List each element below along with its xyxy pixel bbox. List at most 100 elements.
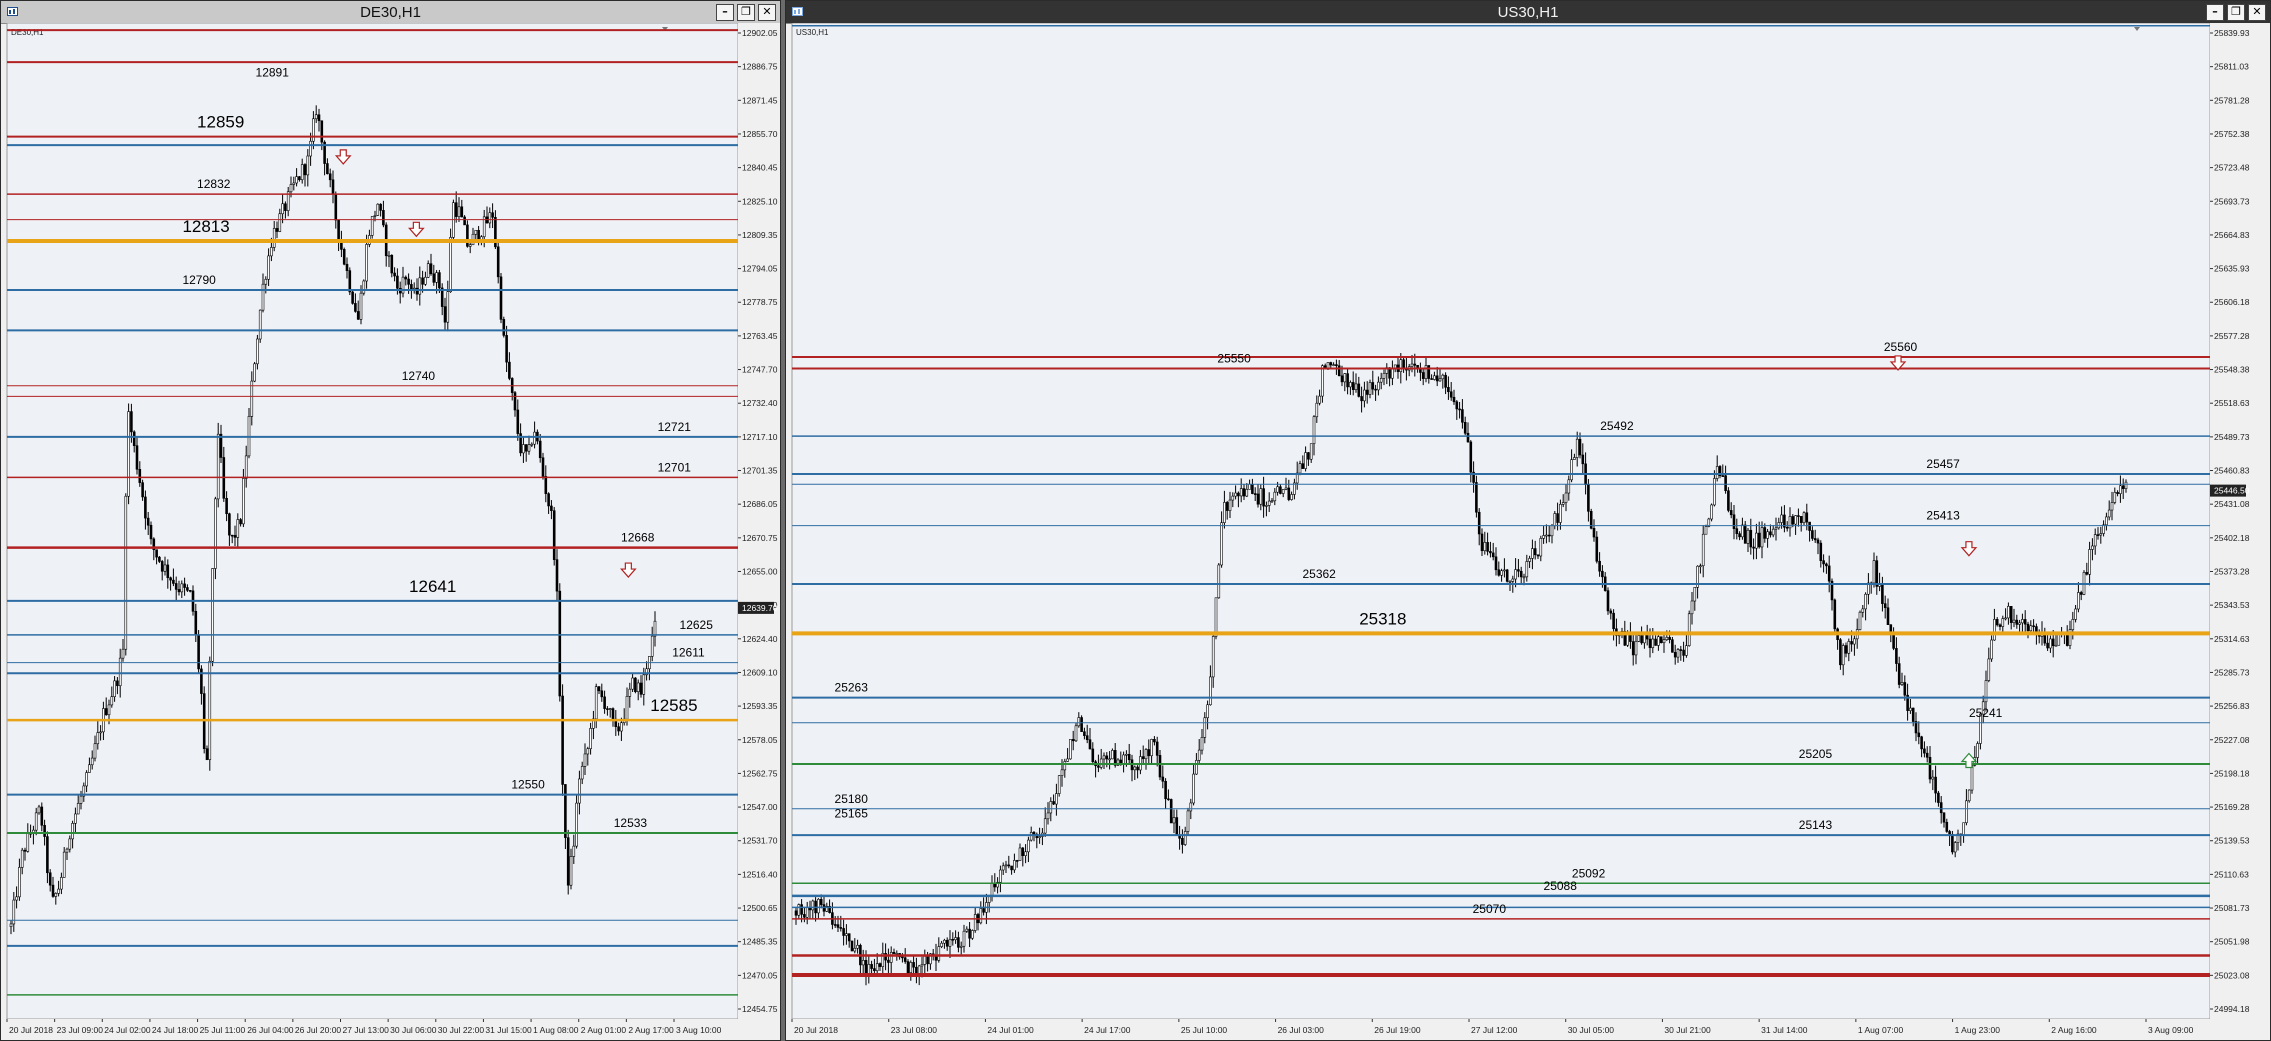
x-tick-label: 26 Jul 20:00 xyxy=(295,1025,342,1035)
candle-body xyxy=(429,263,433,275)
candle-body xyxy=(40,806,44,826)
candle-body xyxy=(1640,635,1643,644)
candle-body xyxy=(379,203,382,211)
candle-body xyxy=(1427,365,1431,379)
minimize-icon[interactable]: – xyxy=(716,4,734,21)
y-tick-label: 12454.75 xyxy=(742,1004,778,1014)
candle-body xyxy=(1063,761,1067,771)
candle-body xyxy=(1578,438,1582,456)
restore-icon[interactable]: ❐ xyxy=(737,4,755,21)
candle-body xyxy=(410,284,413,290)
candle-body xyxy=(351,291,354,304)
candle-body xyxy=(1141,756,1145,760)
candle-body xyxy=(1732,514,1736,529)
candle-body xyxy=(404,276,408,280)
candle-body xyxy=(926,955,929,965)
candle-body xyxy=(76,803,80,815)
candle-body xyxy=(435,272,438,283)
candle-body xyxy=(270,247,273,257)
candle-body xyxy=(1522,576,1526,579)
candle-body xyxy=(1886,607,1890,625)
candle-body xyxy=(1018,847,1022,861)
candle-body xyxy=(1175,817,1179,836)
candle-body xyxy=(211,568,214,662)
level-label: 25092 xyxy=(1572,866,1606,880)
candle-body xyxy=(1897,663,1901,685)
level-label: 25492 xyxy=(1600,419,1634,433)
candle-body xyxy=(1108,758,1111,761)
candle-body xyxy=(1452,396,1456,403)
candle-body xyxy=(1909,707,1912,711)
price-chart-us30[interactable]: US30,H1258402556025550254922545725413253… xyxy=(786,23,2270,1040)
candle-body xyxy=(1592,528,1596,538)
candle-body xyxy=(2007,606,2010,619)
candle-body xyxy=(1290,494,1293,500)
candle-body xyxy=(1192,773,1195,804)
candle-body xyxy=(124,495,128,650)
candle-body xyxy=(1309,443,1313,460)
candle-body xyxy=(1998,624,2002,627)
candle-body xyxy=(1746,529,1750,544)
candle-body xyxy=(1721,475,1725,477)
candle-body xyxy=(1122,754,1125,765)
candle-body xyxy=(34,812,38,831)
candle-body xyxy=(62,851,66,878)
candle-body xyxy=(2102,524,2105,534)
close-icon[interactable]: ✕ xyxy=(758,4,776,21)
candle-body xyxy=(1444,374,1447,388)
candle-body xyxy=(1203,717,1207,738)
candle-body xyxy=(1183,831,1187,845)
candle-body xyxy=(1939,802,1943,814)
y-tick-label: 25548.38 xyxy=(2214,365,2250,375)
candle-body xyxy=(1494,556,1498,571)
candle-body xyxy=(1545,534,1548,537)
candle-body xyxy=(1491,552,1495,558)
y-tick-label: 25752.38 xyxy=(2214,129,2250,139)
candle-body xyxy=(258,309,262,340)
candle-body xyxy=(2029,625,2033,632)
chart-window-us30[interactable]: US30,H1 – ❐ ✕ US30,H12584025560255502549… xyxy=(785,0,2271,1041)
x-tick-label: 26 Jul 03:00 xyxy=(1278,1025,1325,1035)
candle-body xyxy=(1133,766,1137,771)
candle-body xyxy=(1819,542,1823,561)
window-titlebar[interactable]: DE30,H1 – ❐ ✕ xyxy=(1,1,780,24)
candle-body xyxy=(803,914,806,918)
candle-body xyxy=(594,686,598,720)
close-icon[interactable]: ✕ xyxy=(2248,4,2266,21)
candle-body xyxy=(1477,511,1481,535)
candle-body xyxy=(60,877,63,890)
candle-body xyxy=(1046,812,1050,820)
x-tick-label: 2 Aug 01:00 xyxy=(581,1025,627,1035)
candle-body xyxy=(407,278,410,285)
candle-body xyxy=(1962,822,1965,836)
candle-body xyxy=(113,680,116,697)
candle-body xyxy=(1575,438,1579,458)
candle-body xyxy=(2085,572,2089,575)
candle-body xyxy=(1710,504,1713,520)
y-tick-label: 12902.05 xyxy=(742,28,778,38)
candle-body xyxy=(1676,649,1680,658)
candle-body xyxy=(1430,378,1433,380)
minimize-icon[interactable]: – xyxy=(2206,4,2224,21)
candle-body xyxy=(432,273,436,283)
window-title: US30,H1 xyxy=(1497,4,1559,21)
candle-body xyxy=(842,928,845,936)
candle-body xyxy=(1797,515,1800,517)
y-tick-label: 12871.45 xyxy=(742,95,778,105)
candle-body xyxy=(107,704,111,716)
candle-body xyxy=(230,534,234,537)
chart-window-de30[interactable]: DE30,H1 – ❐ ✕ DE30,H1 12859 12832 12813 1279… xyxy=(0,0,781,1041)
x-tick-label: 30 Jul 21:00 xyxy=(1664,1025,1711,1035)
price-chart-de30[interactable]: DE30,H1128591283212813127901274012721127… xyxy=(1,23,780,1040)
y-tick-label: 12809.35 xyxy=(742,230,778,240)
y-tick-label: 12794.05 xyxy=(742,264,778,274)
candle-body xyxy=(1024,851,1027,856)
window-titlebar[interactable]: US30,H1 – ❐ ✕ xyxy=(786,1,2270,24)
restore-icon[interactable]: ❐ xyxy=(2227,4,2245,21)
candle-body xyxy=(2054,644,2058,647)
y-tick-label: 24994.18 xyxy=(2214,1004,2250,1014)
candle-body xyxy=(317,114,321,122)
candle-body xyxy=(909,962,913,974)
candle-body xyxy=(1307,452,1310,460)
candle-body xyxy=(250,380,254,417)
